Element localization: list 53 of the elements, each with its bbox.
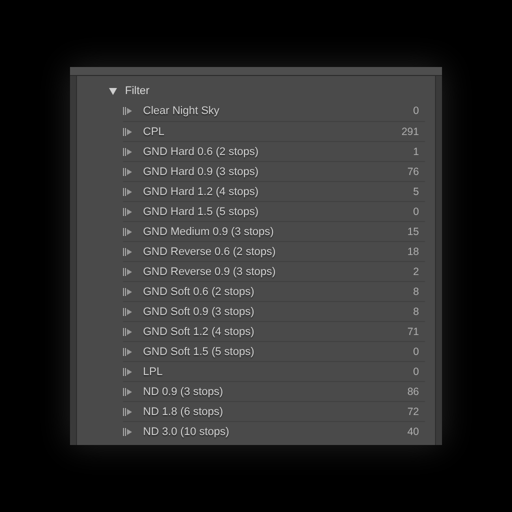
photo-count: 18: [407, 246, 419, 258]
disclosure-triangle-icon[interactable]: [109, 87, 117, 95]
filter-name[interactable]: LPL: [143, 366, 414, 378]
filter-name[interactable]: GND Soft 1.5 (5 stops): [143, 346, 414, 358]
filter-name[interactable]: ND 3.0 (10 stops): [143, 426, 408, 438]
photo-count: 72: [407, 406, 419, 418]
filter-name[interactable]: GND Reverse 0.6 (2 stops): [143, 246, 408, 258]
tag-icon: [123, 188, 133, 196]
photo-count: 71: [407, 326, 419, 338]
photo-count: 5: [413, 186, 419, 198]
photo-count: 2: [413, 266, 419, 278]
photo-count: 40: [407, 426, 419, 438]
photo-count: 8: [413, 286, 419, 298]
filter-name[interactable]: GND Hard 0.6 (2 stops): [143, 146, 414, 158]
filter-name[interactable]: Clear Night Sky: [143, 105, 414, 117]
photo-count: 0: [413, 206, 419, 218]
tag-icon: [123, 408, 133, 416]
photo-count: 0: [413, 105, 419, 117]
photo-count: 0: [413, 346, 419, 358]
photo-count: 291: [401, 126, 419, 138]
tag-icon: [123, 208, 133, 216]
tag-icon: [123, 368, 133, 376]
tag-icon: [123, 148, 133, 156]
filter-name[interactable]: GND Hard 1.2 (4 stops): [143, 186, 414, 198]
photo-count: 86: [407, 386, 419, 398]
tag-icon: [123, 428, 133, 436]
photo-count: 8: [413, 306, 419, 318]
filter-name[interactable]: ND 0.9 (3 stops): [143, 386, 408, 398]
filter-name[interactable]: GND Medium 0.9 (3 stops): [143, 226, 408, 238]
tag-icon: [123, 228, 133, 236]
tag-icon: [123, 328, 133, 336]
photo-count: 0: [413, 366, 419, 378]
tag-icon: [123, 388, 133, 396]
tag-icon: [123, 248, 133, 256]
filter-name[interactable]: GND Reverse 0.9 (3 stops): [143, 266, 414, 278]
filter-name[interactable]: GND Hard 0.9 (3 stops): [143, 166, 408, 178]
filter-name[interactable]: CPL: [143, 126, 402, 138]
tag-icon: [123, 128, 133, 136]
filter-name[interactable]: GND Soft 1.2 (4 stops): [143, 326, 408, 338]
tag-icon: [123, 268, 133, 276]
photo-count: 1: [413, 146, 419, 158]
group-title: Filter: [125, 85, 150, 97]
tag-icon: [123, 107, 133, 115]
filter-name[interactable]: GND Soft 0.9 (3 stops): [143, 306, 414, 318]
filter-name[interactable]: ND 1.8 (6 stops): [143, 406, 408, 418]
tag-icon: [123, 168, 133, 176]
photo-count: 15: [407, 226, 419, 238]
tag-icon: [123, 308, 133, 316]
photo-count: 76: [407, 166, 419, 178]
tag-icon: [123, 288, 133, 296]
tag-icon: [123, 348, 133, 356]
filter-name[interactable]: GND Soft 0.6 (2 stops): [143, 286, 414, 298]
filter-name[interactable]: GND Hard 1.5 (5 stops): [143, 206, 414, 218]
